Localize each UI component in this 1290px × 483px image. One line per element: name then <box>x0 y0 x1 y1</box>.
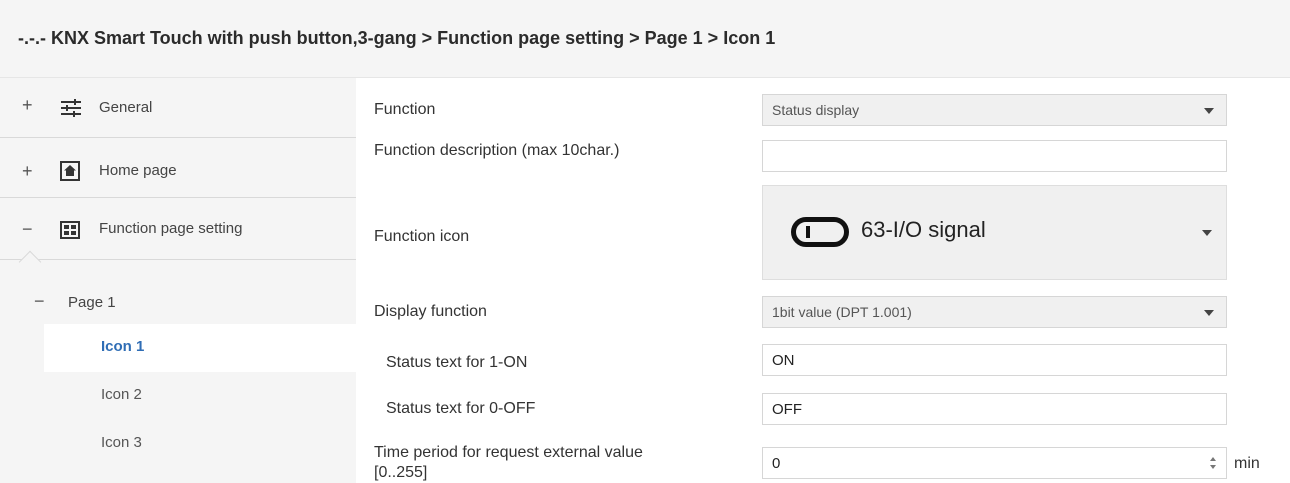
toggle-switch-icon <box>791 217 849 252</box>
sidebar-item-label: Icon 2 <box>101 386 142 403</box>
sliders-icon <box>60 98 82 123</box>
sidebar-item-home-page[interactable]: + Home page <box>0 138 356 198</box>
time-period-label-line2: [0..255] <box>374 464 428 481</box>
time-period-unit: min <box>1234 455 1260 472</box>
display-function-value: 1bit value (DPT 1.001) <box>772 304 912 320</box>
sidebar-item-label: General <box>99 99 153 116</box>
grid-icon <box>60 221 80 244</box>
time-period-value: 0 <box>772 455 781 472</box>
sidebar-item-label: Icon 3 <box>101 434 142 451</box>
time-period-label: Time period for request external value [… <box>374 443 643 483</box>
sidebar-item-icon-1[interactable]: Icon 1 <box>44 324 364 372</box>
sidebar-item-label: Page 1 <box>68 294 116 311</box>
status-off-input[interactable]: OFF <box>762 393 1227 425</box>
status-on-input[interactable]: ON <box>762 344 1227 376</box>
description-label: Function description (max 10char.) <box>374 142 620 159</box>
spin-up-icon[interactable] <box>1210 457 1216 461</box>
chevron-down-icon <box>1202 230 1212 236</box>
sidebar-item-label: Function page setting <box>99 220 243 237</box>
sidebar-item-label: Icon 1 <box>101 338 145 355</box>
function-select[interactable]: Status display <box>762 94 1227 126</box>
description-input[interactable] <box>762 140 1227 172</box>
function-icon-value: 63-I/O signal <box>861 217 986 242</box>
sidebar-item-label: Home page <box>99 162 177 179</box>
time-period-label-line1: Time period for request external value <box>374 444 643 461</box>
spin-down-icon[interactable] <box>1210 465 1216 469</box>
collapse-icon[interactable]: − <box>34 291 45 312</box>
title-bar: -.-.- KNX Smart Touch with push button,3… <box>0 0 1290 78</box>
sidebar-item-icon-3[interactable]: Icon 3 <box>44 420 356 468</box>
sidebar-item-page-1[interactable]: − Page 1 <box>0 282 356 326</box>
expand-icon[interactable]: + <box>22 95 33 116</box>
status-off-value: OFF <box>772 401 802 418</box>
function-label: Function <box>374 101 436 118</box>
time-period-spinbox[interactable]: 0 <box>762 447 1227 479</box>
sidebar-item-function-page-setting[interactable]: − Function page setting <box>0 198 356 260</box>
display-function-select[interactable]: 1bit value (DPT 1.001) <box>762 296 1227 328</box>
expand-icon[interactable]: + <box>22 161 33 182</box>
sidebar: + General + Home page − Function page se… <box>0 78 364 483</box>
display-function-label: Display function <box>374 303 487 320</box>
status-on-value: ON <box>772 352 795 369</box>
breadcrumb: -.-.- KNX Smart Touch with push button,3… <box>18 28 776 48</box>
status-on-label: Status text for 1-ON <box>386 354 528 371</box>
chevron-down-icon <box>1204 310 1214 316</box>
parameter-panel: Function Status display Function descrip… <box>356 78 1290 483</box>
status-off-label: Status text for 0-OFF <box>386 400 536 417</box>
function-select-value: Status display <box>772 102 860 118</box>
function-icon-select[interactable]: 63-I/O signal <box>762 185 1227 280</box>
function-icon-label: Function icon <box>374 228 470 245</box>
sidebar-item-general[interactable]: + General <box>0 78 356 138</box>
collapse-icon[interactable]: − <box>22 219 33 240</box>
home-icon <box>60 161 80 186</box>
sidebar-item-icon-2[interactable]: Icon 2 <box>44 372 356 420</box>
chevron-down-icon <box>1204 108 1214 114</box>
